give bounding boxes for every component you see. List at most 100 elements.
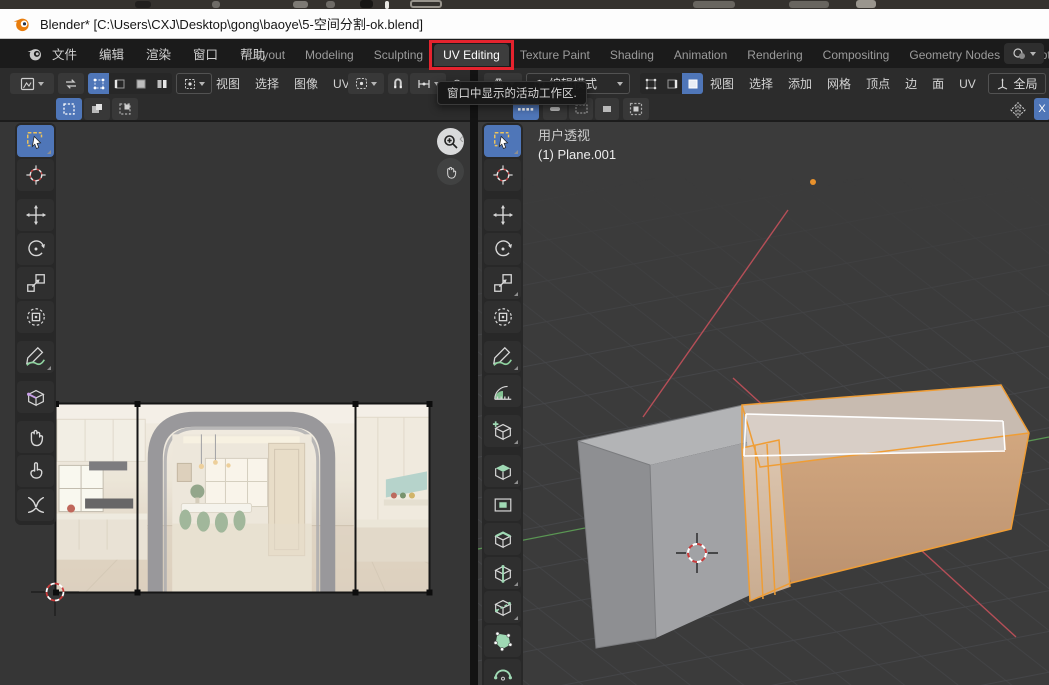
vp-tool-knife[interactable]	[484, 591, 521, 623]
pan-view-button[interactable]	[437, 158, 464, 185]
vp-select-vertex-button[interactable]	[640, 73, 661, 94]
tab-sculpting[interactable]: Sculpting	[365, 44, 432, 66]
topbar: 文件 编辑 渲染 窗口 帮助 Layout Modeling Sculpting…	[0, 39, 1049, 68]
uv-tool-rip-region[interactable]	[17, 381, 54, 413]
mirror-icon-button[interactable]	[1008, 99, 1028, 120]
vp-tool-scale[interactable]	[484, 267, 521, 299]
chevron-down-icon	[38, 82, 44, 86]
uv-tool-grab-brush[interactable]	[17, 421, 54, 453]
select-box-icon	[492, 130, 514, 152]
uv-tool-scale[interactable]	[17, 267, 54, 299]
vp-menu-add[interactable]: 添加	[788, 75, 812, 92]
vp-tool-extrude-region[interactable]	[484, 455, 521, 487]
uv-pivot-dropdown[interactable]	[348, 73, 384, 94]
vp-tool-tweak-select[interactable]	[484, 125, 521, 157]
uv-tool-relax-brush[interactable]	[17, 455, 54, 487]
bevel-icon	[492, 528, 514, 550]
active-object-label: (1) Plane.001	[538, 145, 616, 164]
vp-menu-face[interactable]: 面	[932, 75, 944, 92]
move-icon	[492, 204, 514, 226]
vp-tool-spin[interactable]	[484, 659, 521, 685]
vp-tool-add-cube[interactable]	[484, 415, 521, 447]
uv-menu-select[interactable]: 选择	[255, 75, 279, 92]
measure-ruler-icon	[492, 380, 514, 402]
viewport-3d-canvas[interactable]: 用户透视 (1) Plane.001	[478, 122, 1049, 685]
uv-select-face-button[interactable]	[130, 73, 151, 94]
uv-tool-annotate[interactable]	[17, 341, 54, 373]
vp-wrapped-option-4[interactable]	[595, 98, 619, 119]
uv-tool-cursor[interactable]	[17, 159, 54, 191]
menu-file[interactable]: 文件	[52, 44, 77, 63]
menu-render[interactable]: 渲染	[146, 44, 171, 63]
tab-uv-editing[interactable]: UV Editing	[434, 44, 509, 66]
uv-select-edge-button[interactable]	[109, 73, 130, 94]
viewport-selection-mode-group	[640, 73, 703, 94]
background-glyph	[360, 0, 373, 8]
chevron-down-icon	[1030, 52, 1036, 56]
title-bar[interactable]: Blender* [C:\Users\CXJ\Desktop\gong\baoy…	[0, 9, 1049, 39]
vp-tool-annotate[interactable]	[484, 341, 521, 373]
background-glyph	[410, 0, 442, 8]
vp-tool-bevel[interactable]	[484, 523, 521, 555]
tab-modeling[interactable]: Modeling	[296, 44, 363, 66]
menu-window[interactable]: 窗口	[193, 44, 218, 63]
tab-texture-paint[interactable]: Texture Paint	[511, 44, 599, 66]
tab-layout[interactable]: Layout	[240, 44, 294, 66]
vp-tool-rotate[interactable]	[484, 233, 521, 265]
uv-overlay-option-1[interactable]	[56, 98, 82, 119]
vp-menu-edge[interactable]: 边	[905, 75, 917, 92]
vp-menu-vertex[interactable]: 顶点	[866, 75, 890, 92]
uv-overlay-option-3[interactable]	[112, 98, 138, 119]
workspace-tabs: Layout Modeling Sculpting UV Editing Tex…	[240, 42, 1049, 68]
vp-tool-cursor[interactable]	[484, 159, 521, 191]
sidebar-collapse-arrow[interactable]: ‹	[459, 130, 464, 147]
uv-overlay-option-2[interactable]	[84, 98, 110, 119]
tab-animation[interactable]: Animation	[665, 44, 736, 66]
uv-select-vertex-button[interactable]	[88, 73, 109, 94]
uv-menu-image[interactable]: 图像	[294, 75, 318, 92]
vp-tool-measure[interactable]	[484, 375, 521, 407]
uv-tool-tweak-select[interactable]	[17, 125, 54, 157]
mirror-x-button[interactable]: X	[1034, 98, 1049, 119]
uv-tool-move[interactable]	[17, 199, 54, 231]
uv-select-island-button[interactable]	[151, 73, 172, 94]
pan-hand-icon	[443, 164, 459, 180]
vp-menu-uv[interactable]: UV	[959, 77, 976, 91]
tab-geometry-nodes[interactable]: Geometry Nodes	[900, 44, 1009, 66]
uv-editor-canvas[interactable]: ‹	[0, 122, 470, 685]
transform-orientation-dropdown[interactable]: 全局	[988, 73, 1046, 94]
vp-menu-mesh[interactable]: 网格	[827, 75, 851, 92]
uv-sync-selection-toggle[interactable]	[58, 73, 84, 94]
dashed-rect-icon	[575, 104, 588, 114]
background-window-strip	[0, 0, 1049, 9]
vp-tool-poly-build[interactable]	[484, 625, 521, 657]
uv-tool-transform[interactable]	[17, 301, 54, 333]
uv-tool-pinch-brush[interactable]	[17, 489, 54, 521]
uv-snap-toggle[interactable]	[388, 73, 408, 94]
blender-menu-icon[interactable]	[26, 45, 44, 63]
uv-menu-view[interactable]: 视图	[216, 75, 240, 92]
vp-tool-loop-cut[interactable]	[484, 557, 521, 589]
uv-tool-rotate[interactable]	[17, 233, 54, 265]
vp-select-face-button[interactable]	[682, 73, 703, 94]
vp-tool-inset-faces[interactable]	[484, 489, 521, 521]
cursor-3d-icon	[492, 164, 514, 186]
uv-sticky-selection-dropdown[interactable]	[176, 73, 212, 94]
menu-edit[interactable]: 编辑	[99, 44, 124, 63]
tab-shading[interactable]: Shading	[601, 44, 663, 66]
vp-proportional-falloff-button[interactable]	[623, 98, 649, 119]
editor-splitter[interactable]	[470, 68, 478, 685]
tab-compositing[interactable]: Compositing	[814, 44, 899, 66]
vp-menu-view[interactable]: 视图	[710, 75, 734, 92]
vp-tool-move[interactable]	[484, 199, 521, 231]
face-select-icon	[686, 77, 700, 91]
vp-menu-select[interactable]: 选择	[749, 75, 773, 92]
vp-select-edge-button[interactable]	[661, 73, 682, 94]
transform-icon	[25, 306, 47, 328]
scene-selector-button[interactable]	[1004, 43, 1044, 64]
viewport-toolbar	[482, 123, 523, 685]
cursor-2d-icon	[25, 164, 47, 186]
uv-editor-type-button[interactable]	[10, 73, 54, 94]
vp-tool-transform[interactable]	[484, 301, 521, 333]
tab-rendering[interactable]: Rendering	[738, 44, 811, 66]
